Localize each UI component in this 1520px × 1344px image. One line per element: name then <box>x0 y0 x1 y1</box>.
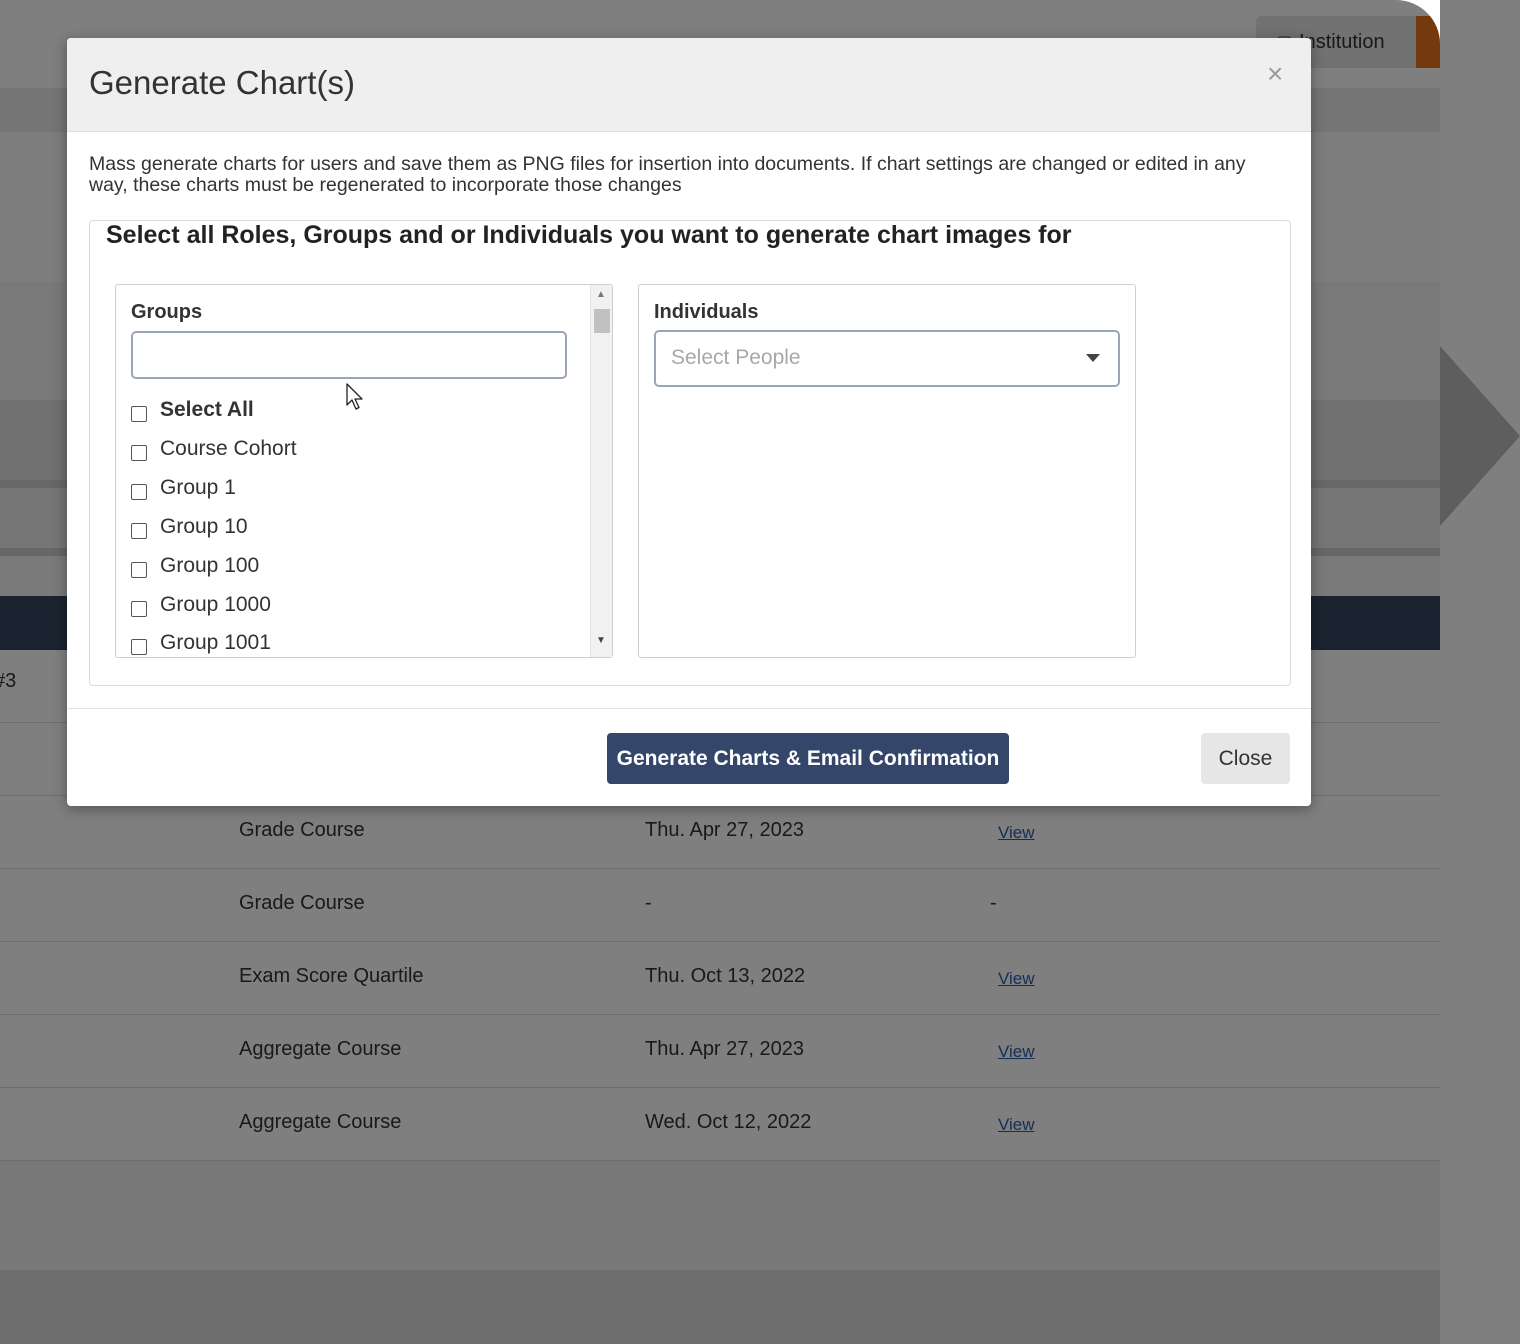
groups-label: Groups <box>131 301 203 323</box>
checkbox[interactable] <box>131 523 147 539</box>
checkbox-label: Group 10 <box>160 515 248 538</box>
scroll-up-icon[interactable]: ▲ <box>596 289 606 300</box>
close-icon[interactable]: × <box>1267 58 1283 90</box>
mouse-cursor-icon <box>346 383 363 410</box>
chevron-down-icon <box>1086 354 1100 362</box>
scrollbar-thumb[interactable] <box>594 309 610 333</box>
checkbox[interactable] <box>131 484 147 500</box>
individuals-label: Individuals <box>654 301 759 323</box>
dialog-footer: Generate Charts & Email Confirmation Clo… <box>67 708 1311 806</box>
group-checkbox[interactable]: Group 10 <box>131 512 248 542</box>
checkbox-label: Group 1 <box>160 476 236 499</box>
modal-backdrop-edge <box>1440 0 1520 1344</box>
groups-list-box: Groups Select All Course Cohort Group 1 … <box>115 284 613 658</box>
selection-heading: Select all Roles, Groups and or Individu… <box>106 221 1072 249</box>
dialog-header: Generate Chart(s) × <box>67 38 1311 132</box>
scroll-down-icon[interactable]: ▼ <box>596 635 606 646</box>
group-checkbox[interactable]: Group 100 <box>131 551 259 581</box>
selection-panel: Select all Roles, Groups and or Individu… <box>89 220 1291 686</box>
individuals-box: Individuals Select People <box>638 284 1136 658</box>
group-checkbox[interactable]: Group 1000 <box>131 590 271 620</box>
group-checkbox-select-all[interactable]: Select All <box>131 395 254 425</box>
checkbox-label: Group 1001 <box>160 631 271 654</box>
groups-search-input[interactable] <box>131 331 567 379</box>
checkbox[interactable] <box>131 639 147 655</box>
checkbox-label: Group 100 <box>160 554 260 577</box>
generate-charts-button[interactable]: Generate Charts & Email Confirmation <box>607 733 1009 784</box>
generate-charts-dialog: Generate Chart(s) × Mass generate charts… <box>67 38 1311 806</box>
checkbox-label: Select All <box>160 398 254 421</box>
select-people-dropdown[interactable]: Select People <box>654 330 1120 387</box>
dialog-description: Mass generate charts for users and save … <box>89 153 1246 196</box>
group-checkbox[interactable]: Group 1001 <box>131 628 271 657</box>
groups-scrollbar[interactable]: ▲ ▼ <box>590 285 612 657</box>
checkbox[interactable] <box>131 601 147 617</box>
checkbox[interactable] <box>131 562 147 578</box>
checkbox-label: Course Cohort <box>160 437 297 460</box>
select-people-placeholder: Select People <box>671 346 801 369</box>
checkbox[interactable] <box>131 406 147 422</box>
checkbox[interactable] <box>131 445 147 461</box>
close-button[interactable]: Close <box>1201 733 1290 784</box>
checkbox-label: Group 1000 <box>160 593 271 616</box>
group-checkbox[interactable]: Course Cohort <box>131 434 297 464</box>
group-checkbox[interactable]: Group 1 <box>131 473 236 503</box>
dialog-title: Generate Chart(s) <box>89 64 355 101</box>
